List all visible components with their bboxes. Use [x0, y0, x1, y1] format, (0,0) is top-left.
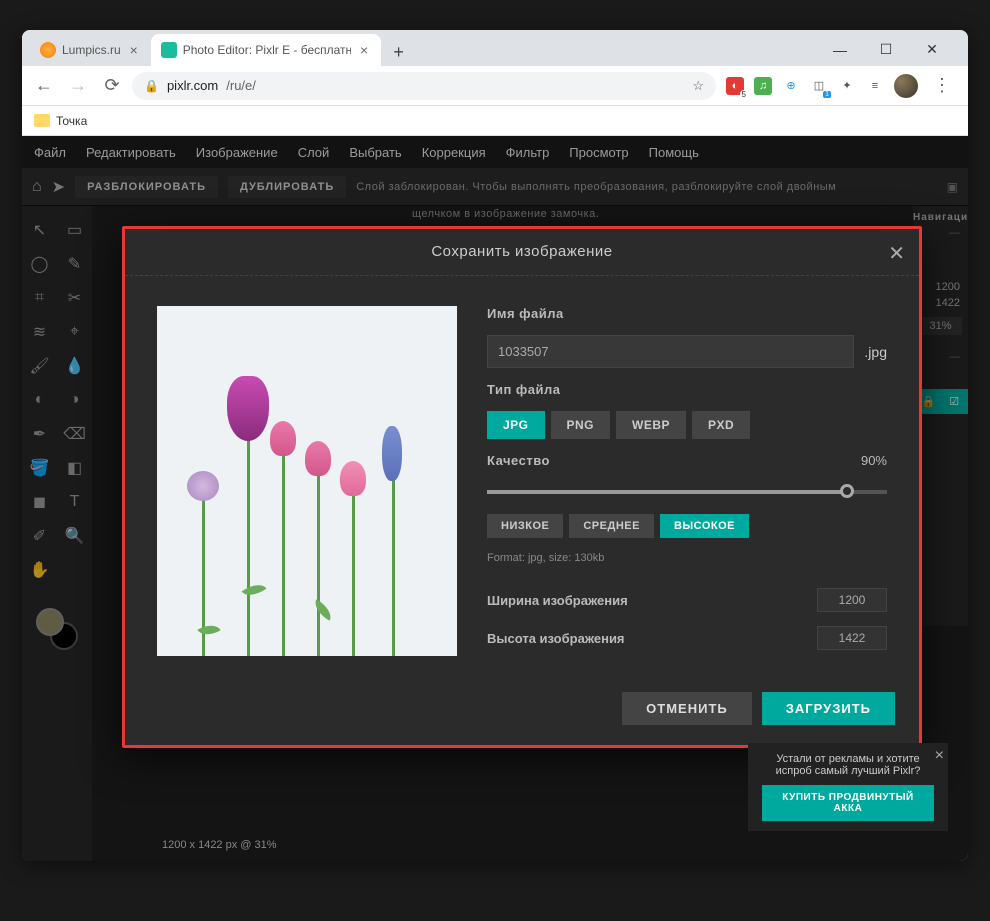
format-png-button[interactable]: PNG	[551, 411, 611, 439]
quality-label: Качество	[487, 453, 550, 468]
filetype-label: Тип файла	[487, 382, 887, 397]
close-window-button[interactable]: ✕	[916, 41, 948, 58]
bookmark-item[interactable]: Точка	[56, 114, 87, 128]
ext-music-icon[interactable]: ♫	[754, 77, 772, 95]
quality-med-button[interactable]: СРЕДНЕЕ	[569, 514, 654, 538]
ext-box-icon[interactable]: ◫1	[810, 77, 828, 95]
minimize-button[interactable]: —	[824, 42, 856, 58]
back-button[interactable]: ←	[30, 72, 58, 100]
url-host: pixlr.com	[167, 78, 218, 93]
reload-button[interactable]: ⟳	[98, 72, 126, 100]
dialog-title: Сохранить изображение	[431, 243, 612, 260]
reading-list-icon[interactable]: ≡	[866, 77, 884, 95]
forward-button[interactable]: →	[64, 72, 92, 100]
close-icon[interactable]: ✕	[888, 241, 905, 266]
tab-lumpics[interactable]: Lumpics.ru ×	[30, 34, 151, 66]
dialog-body: Имя файла .jpg Тип файла JPG PNG WEBP PX…	[125, 276, 919, 676]
filename-label: Имя файла	[487, 306, 887, 321]
promo-banner: × Устали от рекламы и хотите испроб самы…	[748, 743, 948, 831]
status-bar: 1200 x 1422 px @ 31%	[162, 839, 277, 851]
bookmarks-bar: Точка	[22, 106, 968, 136]
format-jpg-button[interactable]: JPG	[487, 411, 545, 439]
height-input[interactable]	[817, 626, 887, 650]
favicon-pixlr	[161, 42, 177, 58]
ext-adblock-icon[interactable]: ◐5	[726, 77, 744, 95]
slider-thumb[interactable]	[840, 484, 854, 498]
url-input[interactable]: 🔒 pixlr.com/ru/e/ ☆	[132, 72, 716, 100]
save-form: Имя файла .jpg Тип файла JPG PNG WEBP PX…	[487, 306, 887, 656]
favicon-lumpics	[40, 42, 56, 58]
tab-title: Lumpics.ru	[62, 43, 121, 57]
extensions-puzzle-icon[interactable]: ✦	[838, 77, 856, 95]
tab-pixlr[interactable]: Photo Editor: Pixlr E - бесплатны ×	[151, 34, 381, 66]
close-icon[interactable]: ×	[935, 747, 944, 765]
height-label: Высота изображения	[487, 631, 625, 646]
ext-globe-icon[interactable]: ⊕	[782, 77, 800, 95]
width-label: Ширина изображения	[487, 593, 628, 608]
pixlr-app: Файл Редактировать Изображение Слой Выбр…	[22, 136, 968, 861]
titlebar: Lumpics.ru × Photo Editor: Pixlr E - бес…	[22, 30, 968, 66]
profile-avatar[interactable]	[894, 74, 918, 98]
buy-premium-button[interactable]: КУПИТЬ ПРОДВИНУТЫЙ АККА	[762, 785, 934, 821]
file-extension: .jpg	[864, 344, 887, 360]
maximize-button[interactable]: ☐	[870, 41, 902, 58]
dialog-header: Сохранить изображение ✕	[125, 229, 919, 276]
cancel-button[interactable]: ОТМЕНИТЬ	[622, 692, 752, 725]
close-icon[interactable]: ×	[357, 43, 370, 57]
promo-text: Устали от рекламы и хотите испроб самый …	[762, 753, 934, 777]
new-tab-button[interactable]: +	[385, 38, 413, 66]
close-icon[interactable]: ×	[127, 43, 141, 57]
save-dialog: Сохранить изображение ✕	[122, 226, 922, 748]
quality-low-button[interactable]: НИЗКОЕ	[487, 514, 563, 538]
width-input[interactable]	[817, 588, 887, 612]
browser-window: Lumpics.ru × Photo Editor: Pixlr E - бес…	[22, 30, 968, 861]
quality-value: 90%	[861, 453, 887, 468]
quality-slider[interactable]	[487, 490, 887, 494]
format-webp-button[interactable]: WEBP	[616, 411, 686, 439]
bookmark-star-icon[interactable]: ☆	[692, 78, 704, 94]
url-path: /ru/e/	[226, 78, 256, 93]
lock-icon: 🔒	[144, 79, 159, 93]
window-controls: — ☐ ✕	[824, 41, 960, 66]
format-info-text: Format: jpg, size: 130kb	[487, 552, 887, 564]
folder-icon	[34, 114, 50, 127]
format-pxd-button[interactable]: PXD	[692, 411, 750, 439]
dialog-footer: ОТМЕНИТЬ ЗАГРУЗИТЬ	[125, 676, 919, 745]
tab-title: Photo Editor: Pixlr E - бесплатны	[183, 43, 352, 57]
quality-high-button[interactable]: ВЫСОКОЕ	[660, 514, 749, 538]
kebab-menu-icon[interactable]: ⋮	[928, 72, 956, 100]
address-bar: ← → ⟳ 🔒 pixlr.com/ru/e/ ☆ ◐5 ♫ ⊕ ◫1 ✦ ≡ …	[22, 66, 968, 106]
download-button[interactable]: ЗАГРУЗИТЬ	[762, 692, 895, 725]
filename-input[interactable]	[487, 335, 854, 368]
image-preview	[157, 306, 457, 656]
extensions: ◐5 ♫ ⊕ ◫1 ✦ ≡ ⋮	[722, 72, 960, 100]
